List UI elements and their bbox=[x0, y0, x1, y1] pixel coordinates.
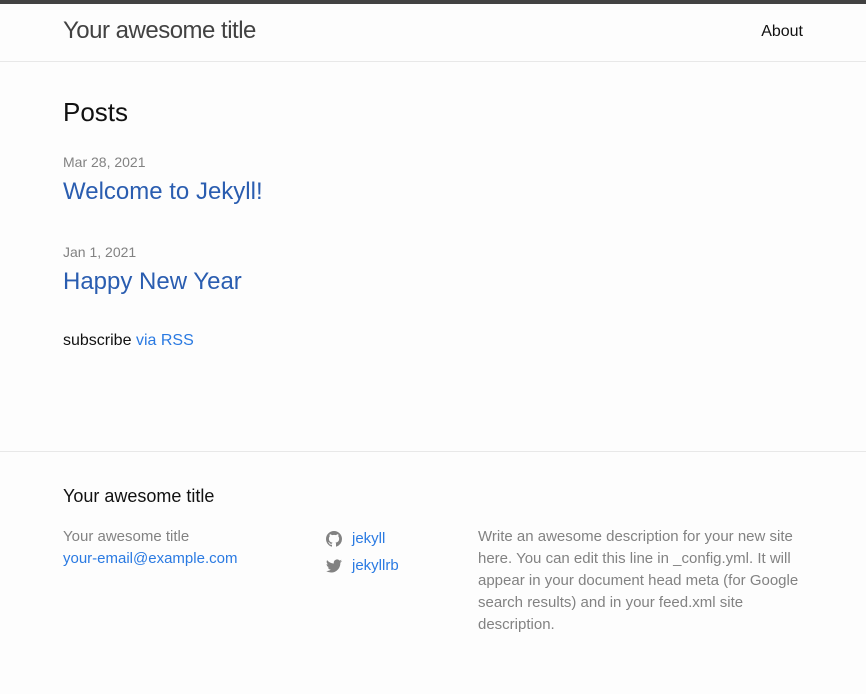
rss-prefix: subscribe bbox=[63, 332, 132, 349]
site-description: Write an awesome description for your ne… bbox=[478, 528, 799, 633]
github-link[interactable]: jekyll bbox=[326, 530, 385, 547]
nav-link-about[interactable]: About bbox=[761, 23, 803, 41]
footer-email-link[interactable]: your-email@example.com bbox=[63, 550, 237, 567]
post-date: Jan 1, 2021 bbox=[63, 244, 137, 260]
footer-name: Your awesome title bbox=[63, 528, 190, 545]
social-media-list: jekyll jekyllrb bbox=[326, 525, 399, 579]
twitter-username: jekyllrb bbox=[352, 557, 399, 574]
social-item-github: jekyll bbox=[326, 525, 399, 552]
rss-link[interactable]: via RSS bbox=[136, 332, 194, 349]
post-title-link[interactable]: Happy New Year bbox=[63, 268, 242, 296]
github-username: jekyll bbox=[352, 530, 386, 547]
page-heading: Posts bbox=[63, 97, 129, 127]
post-date: Mar 28, 2021 bbox=[63, 154, 146, 170]
post-title-link[interactable]: Welcome to Jekyll! bbox=[63, 178, 263, 206]
twitter-link[interactable]: jekyllrb bbox=[326, 557, 399, 574]
social-item-twitter: jekyllrb bbox=[326, 552, 399, 579]
site-header: Your awesome title About bbox=[0, 4, 866, 62]
rss-subscribe: subscribe via RSS bbox=[63, 332, 194, 350]
github-icon bbox=[326, 530, 342, 547]
footer-contact: Your awesome title your-email@example.co… bbox=[63, 526, 237, 570]
footer-heading: Your awesome title bbox=[63, 486, 215, 506]
site-footer: Your awesome title Your awesome title yo… bbox=[0, 451, 866, 694]
twitter-icon bbox=[326, 558, 342, 574]
site-title-link[interactable]: Your awesome title bbox=[63, 17, 256, 45]
